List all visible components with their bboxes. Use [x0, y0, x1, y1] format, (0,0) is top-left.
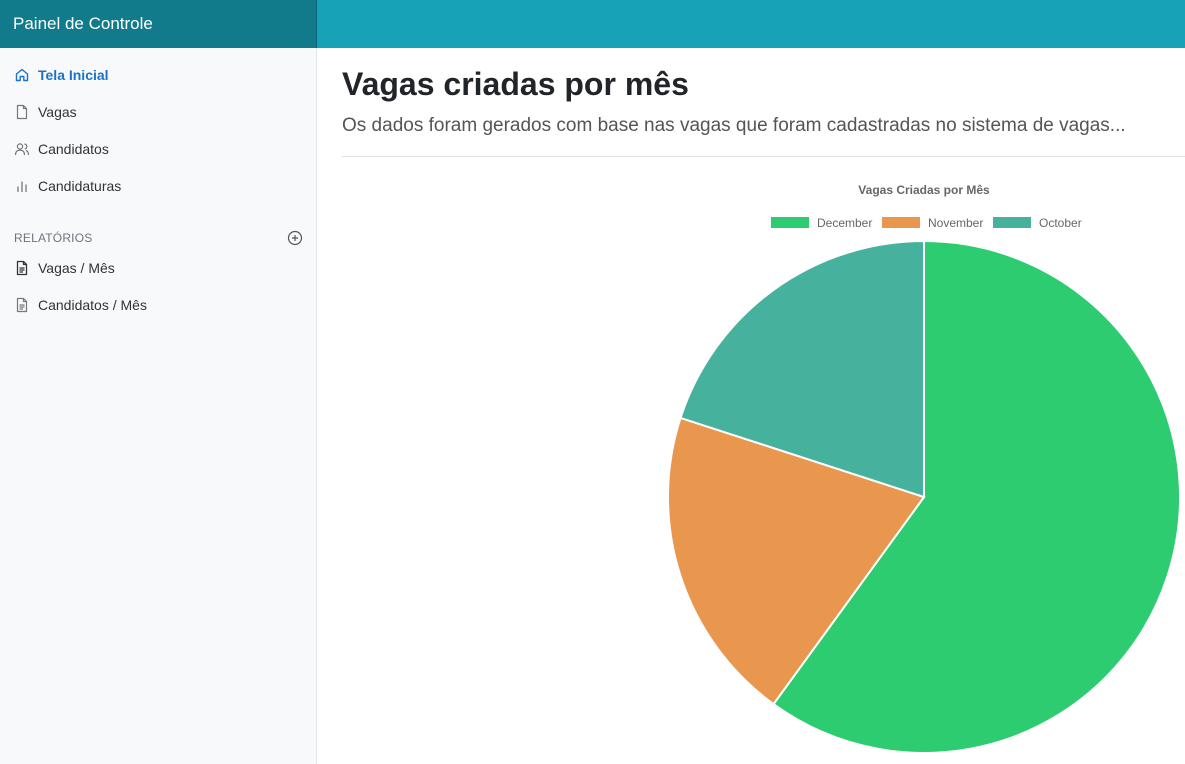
sidebar-item-vagas[interactable]: Vagas: [0, 93, 316, 130]
sidebar-item-label: Candidatos: [38, 140, 109, 157]
brand-title[interactable]: Painel de Controle: [0, 0, 317, 48]
users-icon: [14, 141, 30, 157]
file-icon: [14, 104, 30, 120]
sidebar-item-candidatos[interactable]: Candidatos: [0, 130, 316, 167]
bar-chart-icon: [14, 178, 30, 194]
sidebar-nav: Tela Inicial Vagas Candidatos Candidatur…: [0, 56, 316, 204]
sidebar-item-vagas-mes[interactable]: Vagas / Mês: [0, 249, 316, 286]
legend-label-november[interactable]: November: [928, 216, 983, 230]
sidebar: Tela Inicial Vagas Candidatos Candidatur…: [0, 48, 317, 764]
legend-swatch-november[interactable]: [882, 217, 920, 228]
reports-section-header: RELATÓRIOS: [14, 228, 303, 248]
sidebar-item-candidatos-mes[interactable]: Candidatos / Mês: [0, 286, 316, 323]
home-icon: [14, 67, 30, 83]
file-text-icon: [14, 297, 30, 313]
sidebar-item-label: Candidaturas: [38, 177, 122, 194]
sidebar-item-label: Tela Inicial: [38, 66, 109, 83]
legend-label-october[interactable]: October: [1039, 216, 1082, 230]
sidebar-item-label: Vagas / Mês: [38, 259, 115, 276]
legend-label-december[interactable]: December: [817, 216, 872, 230]
reports-nav: Vagas / Mês Candidatos / Mês: [0, 249, 316, 323]
sidebar-item-label: Vagas: [38, 103, 77, 120]
sidebar-item-label: Candidatos / Mês: [38, 296, 147, 313]
reports-section-title: RELATÓRIOS: [14, 231, 93, 245]
pie-chart: Vagas Criadas por Mês December November Oct…: [318, 48, 1185, 764]
legend-swatch-october[interactable]: [993, 217, 1031, 228]
sidebar-item-tela-inicial[interactable]: Tela Inicial: [0, 56, 316, 93]
sidebar-item-candidaturas[interactable]: Candidaturas: [0, 167, 316, 204]
pie-chart-svg: Vagas Criadas por Mês December November Oct…: [667, 183, 1181, 754]
file-text-icon: [14, 260, 30, 276]
legend-swatch-december[interactable]: [771, 217, 809, 228]
plus-circle-icon[interactable]: [287, 230, 303, 246]
chart-title: Vagas Criadas por Mês: [858, 183, 990, 197]
